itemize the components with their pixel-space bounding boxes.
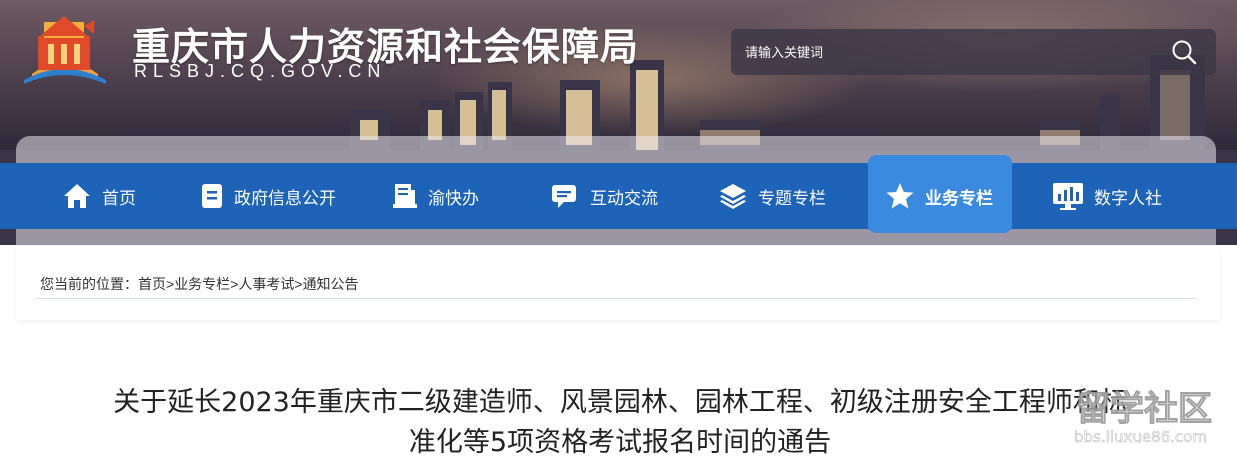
site-domain: RLSBJ.CQ.GOV.CN: [134, 61, 387, 81]
home-icon: [64, 184, 90, 208]
service-icon: [393, 184, 417, 208]
nav-item-label: 政府信息公开: [234, 188, 336, 208]
watermark-text: 留学社区: [1076, 389, 1212, 429]
breadcrumb-link-notice[interactable]: 通知公告: [303, 276, 359, 292]
nav-item-label: 渝快办: [428, 188, 479, 208]
article-title: 关于延长2023年重庆市二级建造师、风景园林、园林工程、初级注册安全工程师和标 …: [40, 383, 1200, 463]
nav-item-label: 首页: [102, 188, 136, 208]
document-icon: [202, 184, 222, 208]
nav-item-home[interactable]: 首页: [62, 163, 136, 229]
bureau-logo[interactable]: [14, 10, 114, 86]
nav-item-interaction[interactable]: 互动交流: [550, 163, 658, 229]
nav-item-special-topics[interactable]: 专题专栏: [718, 163, 826, 229]
breadcrumb: 您当前的位置：首页>业务专栏>人事考试>通知公告: [40, 274, 359, 294]
article-title-line2: 准化等5项资格考试报名时间的通告: [408, 427, 832, 458]
breadcrumb-separator: >: [294, 276, 303, 292]
nav-item-gov-info[interactable]: 政府信息公开: [200, 163, 336, 229]
nav-item-label: 数字人社: [1094, 188, 1162, 208]
breadcrumb-separator: >: [166, 276, 175, 292]
search-input[interactable]: [731, 29, 1165, 75]
breadcrumb-link-business[interactable]: 业务专栏: [174, 276, 230, 292]
article-title-line1: 关于延长2023年重庆市二级建造师、风景园林、园林工程、初级注册安全工程师和标: [113, 387, 1127, 418]
breadcrumb-prefix: 您当前的位置：: [40, 276, 138, 292]
search-box: [731, 29, 1216, 75]
nav-item-yukuaiban[interactable]: 渝快办: [392, 163, 479, 229]
layers-icon: [720, 184, 746, 209]
watermark-url: bbs.liuxue86.com: [1074, 428, 1207, 446]
nav-item-business[interactable]: 业务专栏: [885, 163, 993, 229]
monitor-chart-icon: [1053, 183, 1083, 210]
nav-item-digital[interactable]: 数字人社: [1052, 163, 1162, 229]
chat-icon: [552, 185, 576, 208]
nav-item-label: 业务专栏: [925, 188, 993, 208]
star-icon: [886, 183, 914, 209]
breadcrumb-link-exam[interactable]: 人事考试: [238, 276, 294, 292]
breadcrumb-divider: [36, 298, 1196, 299]
nav-item-label: 专题专栏: [758, 188, 826, 208]
breadcrumb-link-home[interactable]: 首页: [138, 276, 166, 292]
search-icon[interactable]: [1170, 38, 1198, 66]
watermark-logo: 留学社区 bbs.liuxue86.com: [1074, 389, 1213, 447]
nav-item-label: 互动交流: [590, 188, 658, 208]
